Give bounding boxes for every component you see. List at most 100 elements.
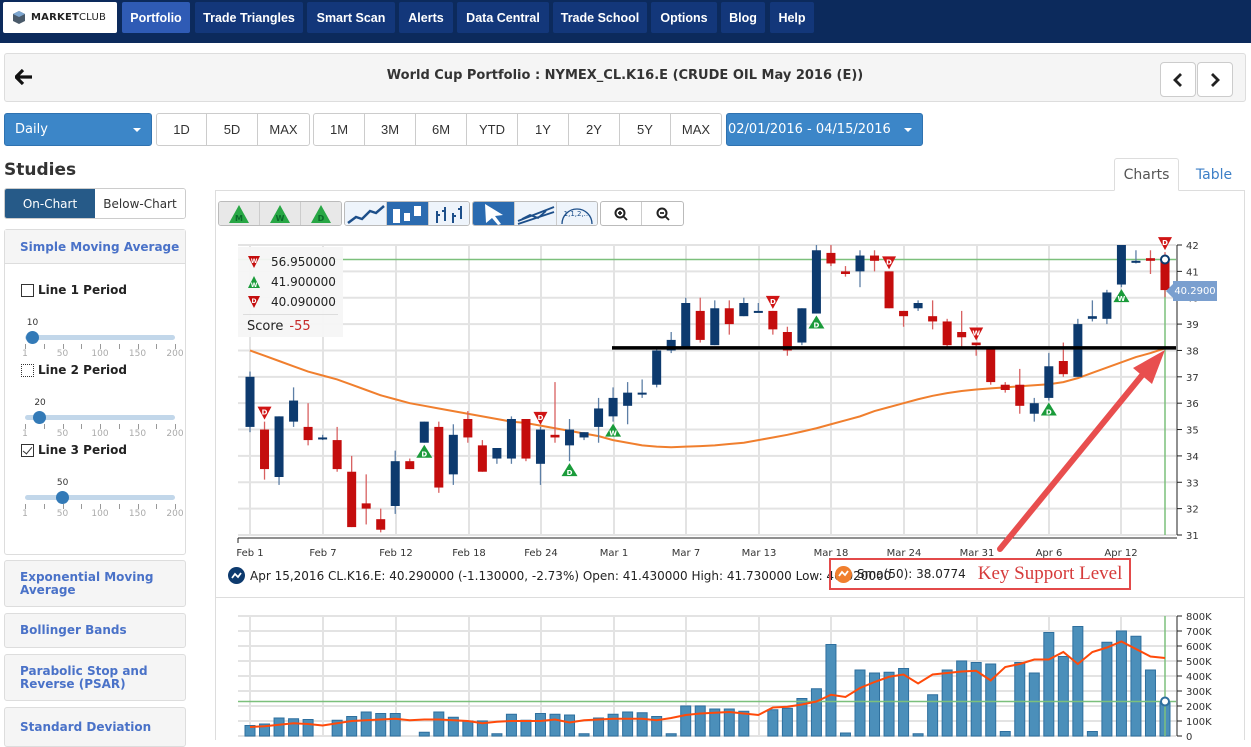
range-1y[interactable]: 1Y <box>518 114 569 145</box>
draw-toolbar: 1,1,2,... <box>472 201 598 226</box>
chart-divider <box>216 597 1244 598</box>
slider-tick-label: 200 <box>166 349 184 359</box>
date-range-select[interactable]: 02/01/2016 - 04/15/2016 <box>726 113 923 146</box>
range-max-intraday[interactable]: MAX <box>258 114 309 145</box>
interval-select[interactable]: Daily <box>4 113 152 146</box>
range-5d[interactable]: 5D <box>207 114 258 145</box>
slider-ticks: 1 50 100 150 200 <box>21 424 184 440</box>
signal-legend: W 56.950000 W 41.900000 D 40.090000 Scor… <box>238 247 343 337</box>
range-3m[interactable]: 3M <box>365 114 416 145</box>
study-psar[interactable]: Parabolic Stop and Reverse (PSAR) <box>4 654 186 701</box>
range-6m[interactable]: 6M <box>416 114 467 145</box>
slider-track[interactable] <box>25 335 175 340</box>
slider-track[interactable] <box>25 415 175 420</box>
nav-trade-triangles[interactable]: Trade Triangles <box>195 2 303 33</box>
slider-handle[interactable] <box>25 331 39 344</box>
line1-option[interactable]: Line 1 Period <box>21 283 127 297</box>
slider-tick-label: 100 <box>91 349 109 359</box>
slider-tick-label: 150 <box>128 509 147 519</box>
slider-tick-label: 150 <box>128 349 147 359</box>
tab-table[interactable]: Table <box>1184 158 1244 191</box>
slider-tick-label: 1 <box>22 349 28 359</box>
slider-ticks: 1 50 100 150 200 <box>21 344 184 360</box>
svg-text:1,1,2,...: 1,1,2,... <box>564 210 591 218</box>
top-nav: MARKET CLUB Portfolio Trade Triangles Sma… <box>0 0 1251 43</box>
line-chart-icon <box>346 204 385 224</box>
line-chart-button[interactable] <box>345 202 387 225</box>
study-ema[interactable]: Exponential Moving Average <box>4 560 186 607</box>
nav-trade-school[interactable]: Trade School <box>553 2 647 33</box>
slider-tick-label: 200 <box>166 509 184 519</box>
candlestick-chart-button[interactable] <box>387 202 429 225</box>
line3-option[interactable]: Line 3 Period <box>21 443 127 457</box>
line1-checkbox[interactable] <box>21 283 34 297</box>
quote-info: Apr 15,2016 CL.K16.E: 40.290000 (-1.1300… <box>228 567 891 584</box>
signal-toolbar: M W D <box>218 201 342 226</box>
fibonacci-icon: 1,1,2,... <box>561 207 593 224</box>
svg-text:W: W <box>251 282 258 289</box>
ohlc-chart-button[interactable] <box>429 202 469 225</box>
legend-monthly: W 56.950000 <box>247 255 336 269</box>
m-triangle-icon: M <box>229 204 249 223</box>
slider-tick-label: 200 <box>166 429 184 439</box>
monthly-triangle-button[interactable]: M <box>219 202 260 225</box>
range-group-long: 1M 3M 6M YTD 1Y 2Y 5Y MAX <box>313 113 722 146</box>
chart-frame <box>215 190 1245 740</box>
line2-option[interactable]: Line 2 Period <box>21 363 127 377</box>
study-std-dev[interactable]: Standard Deviation <box>4 707 186 747</box>
nav-alerts[interactable]: Alerts <box>399 2 453 33</box>
range-5y[interactable]: 5Y <box>620 114 671 145</box>
zoom-in-button[interactable] <box>601 202 642 225</box>
nav-smart-scan[interactable]: Smart Scan <box>307 2 395 33</box>
page-title: World Cup Portfolio : NYMEX_CL.K16.E (CR… <box>386 68 864 83</box>
marketclub-logo[interactable]: MARKET CLUB <box>3 2 117 33</box>
nav-portfolio[interactable]: Portfolio <box>122 2 190 33</box>
svg-text:W: W <box>251 258 258 265</box>
on-chart-toggle[interactable]: On-Chart <box>5 189 95 218</box>
line3-checkbox[interactable] <box>21 443 34 457</box>
nav-options[interactable]: Options <box>651 2 717 33</box>
fibonacci-tool-button[interactable]: 1,1,2,... <box>557 202 597 225</box>
zoom-out-button[interactable] <box>642 202 683 225</box>
slider-tick-label: 50 <box>56 429 69 439</box>
below-chart-toggle[interactable]: Below-Chart <box>95 189 185 218</box>
pointer-tool-button[interactable] <box>473 202 515 225</box>
range-1d[interactable]: 1D <box>157 114 207 145</box>
legend-daily-value: 40.090000 <box>271 295 336 309</box>
price-series-icon <box>228 567 245 584</box>
nav-blog[interactable]: Blog <box>721 2 765 33</box>
current-price-label: 40.2900 <box>1166 281 1217 301</box>
daily-triangle-button[interactable]: D <box>301 202 341 225</box>
slider-handle[interactable] <box>55 491 69 504</box>
pointer-arrow-icon <box>484 203 503 225</box>
studies-title: Studies <box>4 160 77 180</box>
slider-tick-label: 150 <box>128 429 147 439</box>
candlestick-icon <box>392 205 421 223</box>
tab-charts[interactable]: Charts <box>1114 158 1179 191</box>
slider-handle[interactable] <box>33 411 47 424</box>
study-bollinger[interactable]: Bollinger Bands <box>4 613 186 648</box>
chart-type-toolbar <box>344 201 470 226</box>
weekly-triangle-button[interactable]: W <box>260 202 301 225</box>
nav-help[interactable]: Help <box>770 2 814 33</box>
line2-checkbox[interactable] <box>21 363 34 377</box>
svg-text:D: D <box>252 298 257 305</box>
score-label: Score <box>247 319 284 334</box>
range-2y[interactable]: 2Y <box>569 114 620 145</box>
range-ytd[interactable]: YTD <box>467 114 518 145</box>
range-max[interactable]: MAX <box>671 114 721 145</box>
d-triangle-icon: D <box>311 204 331 223</box>
range-1m[interactable]: 1M <box>314 114 365 145</box>
trendline-tool-button[interactable] <box>515 202 557 225</box>
chevron-left-icon <box>1173 72 1182 87</box>
quote-text: Apr 15,2016 CL.K16.E: 40.290000 (-1.1300… <box>250 568 892 583</box>
slider-track[interactable] <box>25 495 175 500</box>
sma-panel: Simple Moving Average Line 1 Period 10 1 5… <box>4 229 186 555</box>
sma-panel-title[interactable]: Simple Moving Average <box>5 230 185 264</box>
studies-toggle: On-Chart Below-Chart <box>4 188 186 219</box>
caret-down-icon <box>904 128 912 132</box>
prev-button[interactable] <box>1160 62 1196 97</box>
nav-data-central[interactable]: Data Central <box>457 2 549 33</box>
slider-tick-label: 50 <box>56 509 69 519</box>
next-button[interactable] <box>1197 62 1233 97</box>
